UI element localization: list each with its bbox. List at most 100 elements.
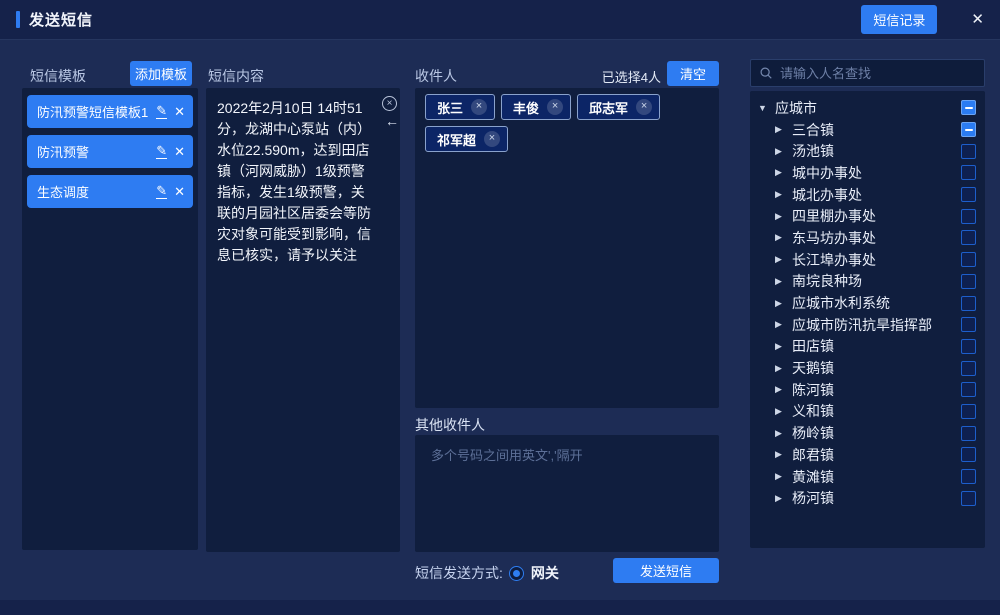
- tree-node-checkbox[interactable]: [961, 361, 976, 376]
- send-method-label: 短信发送方式:: [415, 563, 503, 583]
- expand-arrow-icon[interactable]: [775, 276, 789, 287]
- expand-arrow-icon[interactable]: [775, 363, 789, 374]
- edit-icon[interactable]: ✎: [156, 104, 167, 119]
- expand-arrow-icon[interactable]: [775, 146, 789, 157]
- expand-arrow-icon[interactable]: [775, 211, 789, 222]
- tree-node-checkbox[interactable]: [961, 317, 976, 332]
- tree-node[interactable]: 南垸良种场: [750, 271, 985, 293]
- tree-node-label: 应城市水利系统: [792, 293, 890, 313]
- remove-recipient-icon[interactable]: ×: [547, 99, 563, 115]
- expand-arrow-icon[interactable]: [775, 319, 789, 330]
- expand-arrow-icon[interactable]: [775, 406, 789, 417]
- tree-node-checkbox[interactable]: [961, 404, 976, 419]
- send-sms-window: 发送短信 短信记录 ✕ 短信模板 添加模板 防汛预警短信模板1 ✎ ✕ 防汛预警…: [0, 0, 1000, 615]
- tree-node-label: 应城市防汛抗旱指挥部: [792, 315, 932, 335]
- tree-node[interactable]: 长江埠办事处: [750, 249, 985, 271]
- tree-node[interactable]: 应城市: [750, 97, 985, 119]
- tree-node[interactable]: 城北办事处: [750, 184, 985, 206]
- tree-node-checkbox[interactable]: [961, 252, 976, 267]
- expand-arrow-icon[interactable]: [775, 428, 789, 439]
- recipient-name: 邱志军: [589, 98, 628, 117]
- people-search-box: [750, 59, 985, 87]
- tree-node[interactable]: 杨河镇: [750, 487, 985, 509]
- expand-arrow-icon[interactable]: [775, 124, 789, 135]
- template-item[interactable]: 防汛预警 ✎ ✕: [27, 135, 193, 168]
- gateway-radio-label: 网关: [531, 563, 559, 583]
- tree-node[interactable]: 杨岭镇: [750, 422, 985, 444]
- tree-node[interactable]: 天鹅镇: [750, 357, 985, 379]
- expand-arrow-icon[interactable]: [775, 298, 789, 309]
- expand-arrow-icon[interactable]: [775, 232, 789, 243]
- remove-recipient-icon[interactable]: ×: [484, 131, 500, 147]
- org-tree: 应城市 三合镇 汤池镇 城中办事处 城北办事处 四里棚办事处: [750, 91, 985, 548]
- recipient-chip[interactable]: 丰俊 ×: [501, 94, 571, 120]
- tree-node-checkbox[interactable]: [961, 209, 976, 224]
- tree-node-checkbox[interactable]: [961, 274, 976, 289]
- add-template-button[interactable]: 添加模板: [130, 61, 192, 86]
- people-search-input[interactable]: [780, 66, 976, 81]
- clear-recipients-button[interactable]: 清空: [667, 61, 719, 86]
- send-sms-button[interactable]: 发送短信: [613, 558, 719, 583]
- expand-arrow-icon[interactable]: [775, 493, 789, 504]
- tree-node-checkbox[interactable]: [961, 187, 976, 202]
- edit-icon[interactable]: ✎: [156, 184, 167, 199]
- tree-node-checkbox[interactable]: [961, 382, 976, 397]
- recipient-chip[interactable]: 祁军超 ×: [425, 126, 508, 152]
- tree-node-checkbox[interactable]: [961, 230, 976, 245]
- expand-arrow-icon[interactable]: [775, 254, 789, 265]
- sms-records-button[interactable]: 短信记录: [861, 5, 937, 34]
- tree-node-checkbox[interactable]: [961, 122, 976, 137]
- tree-node-checkbox[interactable]: [961, 339, 976, 354]
- recipient-chip[interactable]: 张三 ×: [425, 94, 495, 120]
- tree-node-checkbox[interactable]: [961, 426, 976, 441]
- content-label: 短信内容: [208, 66, 264, 86]
- other-recipients-input[interactable]: [415, 435, 719, 552]
- sms-content-textarea[interactable]: 2022年2月10日 14时51分，龙湖中心泵站（内）水位22.590m，达到田…: [206, 88, 400, 552]
- delete-icon[interactable]: ✕: [174, 104, 185, 120]
- template-item[interactable]: 防汛预警短信模板1 ✎ ✕: [27, 95, 193, 128]
- tree-node[interactable]: 城中办事处: [750, 162, 985, 184]
- tree-node[interactable]: 应城市水利系统: [750, 292, 985, 314]
- tree-node-checkbox[interactable]: [961, 469, 976, 484]
- expand-arrow-icon[interactable]: [775, 471, 789, 482]
- tree-node[interactable]: 黄滩镇: [750, 466, 985, 488]
- expand-arrow-icon[interactable]: [775, 449, 789, 460]
- arrow-left-icon[interactable]: ←: [385, 113, 399, 129]
- tree-node[interactable]: 三合镇: [750, 119, 985, 141]
- tree-node-label: 城中办事处: [792, 163, 862, 183]
- template-item[interactable]: 生态调度 ✎ ✕: [27, 175, 193, 208]
- tree-node-label: 应城市: [775, 98, 817, 118]
- tree-node-checkbox[interactable]: [961, 144, 976, 159]
- gateway-radio[interactable]: [509, 566, 524, 581]
- tree-node[interactable]: 四里棚办事处: [750, 205, 985, 227]
- delete-icon[interactable]: ✕: [174, 144, 185, 160]
- tree-node-label: 义和镇: [792, 401, 834, 421]
- tree-node-checkbox[interactable]: [961, 491, 976, 506]
- recipients-label: 收件人: [415, 66, 457, 86]
- clear-content-icon[interactable]: ×: [382, 96, 397, 111]
- tree-node-checkbox[interactable]: [961, 447, 976, 462]
- tree-node-checkbox[interactable]: [961, 100, 976, 115]
- edit-icon[interactable]: ✎: [156, 144, 167, 159]
- expand-arrow-icon[interactable]: [775, 167, 789, 178]
- remove-recipient-icon[interactable]: ×: [471, 99, 487, 115]
- other-recipients-label: 其他收件人: [415, 415, 485, 435]
- tree-node[interactable]: 陈河镇: [750, 379, 985, 401]
- tree-node[interactable]: 郎君镇: [750, 444, 985, 466]
- close-icon[interactable]: ✕: [971, 12, 984, 27]
- tree-node-checkbox[interactable]: [961, 296, 976, 311]
- tree-node[interactable]: 东马坊办事处: [750, 227, 985, 249]
- remove-recipient-icon[interactable]: ×: [636, 99, 652, 115]
- recipient-chip[interactable]: 邱志军 ×: [577, 94, 660, 120]
- tree-node[interactable]: 应城市防汛抗旱指挥部: [750, 314, 985, 336]
- tree-node-checkbox[interactable]: [961, 165, 976, 180]
- expand-arrow-icon[interactable]: [758, 103, 772, 113]
- delete-icon[interactable]: ✕: [174, 184, 185, 200]
- expand-arrow-icon[interactable]: [775, 384, 789, 395]
- tree-node[interactable]: 田店镇: [750, 336, 985, 358]
- tree-node[interactable]: 义和镇: [750, 401, 985, 423]
- expand-arrow-icon[interactable]: [775, 189, 789, 200]
- tree-node-label: 郎君镇: [792, 445, 834, 465]
- tree-node[interactable]: 汤池镇: [750, 140, 985, 162]
- expand-arrow-icon[interactable]: [775, 341, 789, 352]
